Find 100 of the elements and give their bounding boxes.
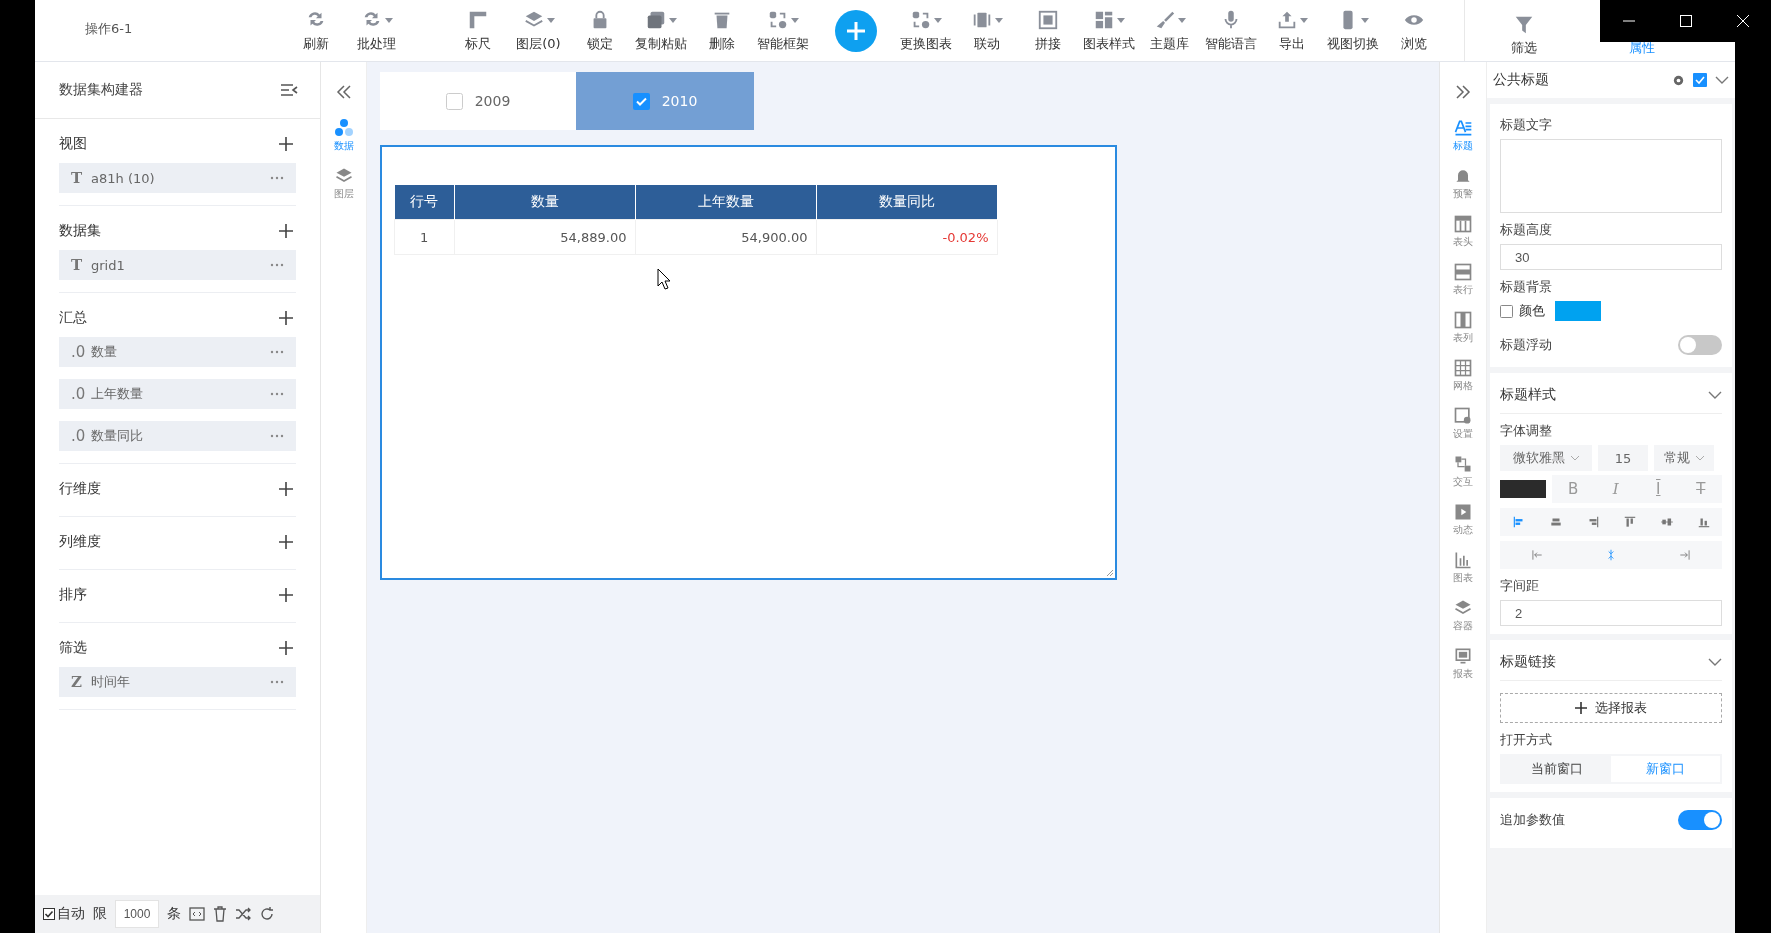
section-title: 列维度 xyxy=(59,533,101,551)
more-icon[interactable] xyxy=(270,392,284,396)
shuffle-icon[interactable] xyxy=(235,907,251,921)
add-icon[interactable] xyxy=(278,640,294,656)
toolbar-button[interactable]: 主题库 xyxy=(1139,0,1200,61)
expand-icon[interactable] xyxy=(1454,84,1472,100)
add-icon[interactable] xyxy=(278,587,294,603)
toolbar-button[interactable]: 批处理 xyxy=(346,0,407,61)
nav-tab[interactable]: 图层 xyxy=(332,166,355,201)
color-checkbox[interactable]: 颜色 xyxy=(1500,302,1545,320)
nav-tab[interactable]: 表头 xyxy=(1453,214,1473,249)
add-icon[interactable] xyxy=(278,534,294,550)
limit-input[interactable]: 1000 xyxy=(115,900,159,928)
open-mode-option[interactable]: 新窗口 xyxy=(1611,756,1720,782)
table-columns-icon xyxy=(1453,310,1473,330)
letter-spacing-field[interactable]: 2 xyxy=(1500,600,1722,626)
nav-tab[interactable]: 交互 xyxy=(1453,454,1473,489)
font-color-swatch[interactable] xyxy=(1500,480,1546,498)
add-button[interactable] xyxy=(835,9,877,52)
close-icon[interactable] xyxy=(1735,14,1750,28)
more-icon[interactable] xyxy=(270,176,284,180)
field-label: 标题高度 xyxy=(1500,221,1553,239)
more-icon[interactable] xyxy=(270,350,284,354)
toolbar-button[interactable]: 标尺 xyxy=(447,0,508,61)
toolbar-button[interactable]: 导出 xyxy=(1261,0,1322,61)
toolbar-button[interactable]: 拼接 xyxy=(1017,0,1078,61)
code-icon[interactable] xyxy=(189,906,205,922)
toolbar-button[interactable]: 浏览 xyxy=(1383,0,1444,61)
interaction-icon xyxy=(1453,454,1473,474)
float-toggle[interactable] xyxy=(1678,335,1722,355)
toolbar-button[interactable]: 复制粘贴 xyxy=(630,0,691,61)
param-toggle[interactable] xyxy=(1678,810,1722,830)
toolbar-button[interactable]: 更换图表 xyxy=(895,0,956,61)
resize-handle-icon[interactable] xyxy=(1106,569,1114,577)
caret-icon xyxy=(933,17,942,23)
gear-icon[interactable] xyxy=(1672,73,1685,87)
toolbar-button[interactable]: 锁定 xyxy=(569,0,630,61)
toolbar-button[interactable]: 刷新 xyxy=(285,0,346,61)
add-icon[interactable] xyxy=(278,136,294,152)
auto-checkbox[interactable]: 自动 xyxy=(43,905,85,923)
open-mode-option[interactable]: 当前窗口 xyxy=(1502,756,1611,782)
toolbar-button[interactable]: 图表样式 xyxy=(1078,0,1139,61)
title-text-field[interactable] xyxy=(1500,139,1722,213)
nav-tab[interactable]: 表列 xyxy=(1453,310,1473,345)
nav-tab[interactable]: 容器 xyxy=(1453,598,1473,633)
nav-tab[interactable]: 网格 xyxy=(1453,358,1473,393)
caret-icon xyxy=(1299,17,1308,23)
caret-icon xyxy=(1571,455,1579,461)
caret-icon xyxy=(668,17,677,23)
field-item[interactable]: .0 数量 xyxy=(59,337,296,367)
nav-tab[interactable]: 动态 xyxy=(1453,502,1473,537)
trash-icon[interactable] xyxy=(213,906,227,922)
toolbar-button[interactable]: 删除 xyxy=(691,0,752,61)
more-icon[interactable] xyxy=(270,434,284,438)
font-weight-select[interactable]: 常规 xyxy=(1654,445,1714,471)
font-size-field[interactable]: 15 xyxy=(1598,445,1648,471)
field-item[interactable]: Z 时间年 xyxy=(59,667,296,697)
toolbar-button[interactable]: 智能语言 xyxy=(1200,0,1261,61)
collapse-icon[interactable] xyxy=(334,84,353,100)
section-title: 排序 xyxy=(59,586,87,604)
more-icon[interactable] xyxy=(270,680,284,684)
more-icon[interactable] xyxy=(270,263,284,267)
nav-tab[interactable]: 报表 xyxy=(1453,646,1473,681)
field-item[interactable]: T grid1 xyxy=(59,250,296,280)
nav-tab[interactable]: 标题 xyxy=(1453,118,1473,153)
nav-tab[interactable]: 表行 xyxy=(1453,262,1473,297)
font-family-select[interactable]: 微软雅黑 xyxy=(1500,445,1592,471)
title-icon xyxy=(1453,118,1473,138)
nav-tab[interactable]: 设置 xyxy=(1453,406,1473,441)
section-title: 筛选 xyxy=(59,639,87,657)
chevron-down-icon[interactable] xyxy=(1715,75,1729,85)
color-swatch[interactable] xyxy=(1555,301,1601,321)
panel-tab[interactable]: 筛选 xyxy=(1465,13,1583,61)
chevron-icon[interactable] xyxy=(1708,390,1722,400)
chevron-icon[interactable] xyxy=(1708,657,1722,667)
panel-tab[interactable]: 属性 xyxy=(1583,39,1701,61)
add-icon[interactable] xyxy=(278,481,294,497)
refresh-icon[interactable] xyxy=(259,906,275,922)
enable-checkbox[interactable] xyxy=(1693,73,1707,87)
field-item[interactable]: T a81h (10) xyxy=(59,163,296,193)
table-header-icon xyxy=(1453,214,1473,234)
collapse-list-icon[interactable] xyxy=(280,82,298,98)
report-widget[interactable]: 行号 数量 上年数量 数量同比 1 54,889.00 54,900.00 -0.02% xyxy=(380,145,1117,580)
add-icon[interactable] xyxy=(278,310,294,326)
panel-title: 公共标题 xyxy=(1493,71,1550,89)
add-icon[interactable] xyxy=(278,223,294,239)
toolbar-button[interactable]: 图层(0) xyxy=(508,0,569,61)
toolbar-button[interactable]: 联动 xyxy=(956,0,1017,61)
field-label: 字间距 xyxy=(1500,577,1540,595)
field-item[interactable]: .0 数量同比 xyxy=(59,421,296,451)
choose-report-button[interactable]: 选择报表 xyxy=(1500,693,1722,723)
nav-tab[interactable]: 数据 xyxy=(332,118,355,153)
nav-tab[interactable]: 图表 xyxy=(1453,550,1473,585)
filter-tab[interactable]: 2009 xyxy=(380,72,576,130)
toolbar-button[interactable]: 视图切换 xyxy=(1322,0,1383,61)
field-item[interactable]: .0 上年数量 xyxy=(59,379,296,409)
toolbar-button[interactable]: 智能框架 xyxy=(752,0,813,61)
title-height-field[interactable]: 30 xyxy=(1500,244,1722,270)
nav-tab[interactable]: 预警 xyxy=(1453,166,1473,201)
maximize-icon[interactable] xyxy=(1678,14,1693,28)
